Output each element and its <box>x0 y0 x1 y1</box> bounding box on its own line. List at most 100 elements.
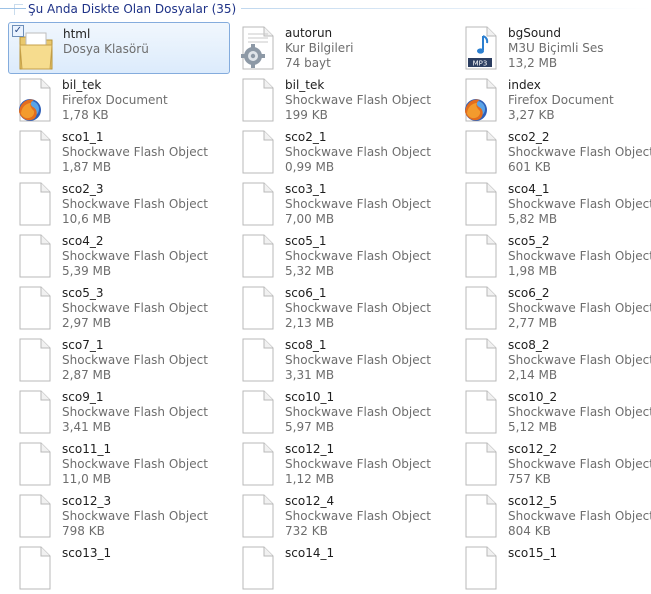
file-details: bil_tek Firefox Document 1,78 KB <box>62 78 168 123</box>
file-details: sco2_1 Shockwave Flash Object 0,99 MB <box>285 130 431 175</box>
file-type: Shockwave Flash Object <box>62 353 208 367</box>
file-type: Kur Bilgileri <box>285 41 354 55</box>
selection-checkbox[interactable]: ✓ <box>12 25 24 37</box>
group-title: Şu Anda Diskte Olan Dosyalar (35) <box>26 1 242 17</box>
file-item[interactable]: sco4_2 Shockwave Flash Object 5,39 MB <box>8 230 230 282</box>
file-item[interactable]: sco6_1 Shockwave Flash Object 2,13 MB <box>231 282 453 334</box>
file-name: sco6_2 <box>508 286 550 300</box>
file-type: Shockwave Flash Object <box>508 249 651 263</box>
file-size: 1,87 MB <box>62 160 112 174</box>
document-icon <box>240 494 276 538</box>
file-size: 757 KB <box>508 472 551 486</box>
file-size: 804 KB <box>508 524 551 538</box>
document-icon <box>240 338 276 382</box>
file-details: sco6_1 Shockwave Flash Object 2,13 MB <box>285 286 431 331</box>
file-type: Shockwave Flash Object <box>508 145 651 159</box>
file-details: index Firefox Document 3,27 KB <box>508 78 614 123</box>
document-icon <box>463 234 499 278</box>
file-item[interactable]: bil_tek Shockwave Flash Object 199 KB <box>231 74 453 126</box>
file-item[interactable]: sco2_3 Shockwave Flash Object 10,6 MB <box>8 178 230 230</box>
file-item[interactable]: index Firefox Document 3,27 KB <box>454 74 651 126</box>
file-name: sco1_1 <box>62 130 104 144</box>
file-name: sco12_1 <box>285 442 335 456</box>
file-type: Shockwave Flash Object <box>62 457 208 471</box>
document-icon <box>463 182 499 226</box>
file-item[interactable]: sco10_1 Shockwave Flash Object 5,97 MB <box>231 386 453 438</box>
file-name: sco10_1 <box>285 390 335 404</box>
file-item[interactable]: sco7_1 Shockwave Flash Object 2,87 MB <box>8 334 230 386</box>
file-size: 74 bayt <box>285 56 331 70</box>
group-header[interactable]: Şu Anda Diskte Olan Dosyalar (35) <box>0 0 651 20</box>
document-icon <box>240 390 276 434</box>
file-name: bgSound <box>508 26 562 40</box>
file-item[interactable]: sco8_1 Shockwave Flash Object 3,31 MB <box>231 334 453 386</box>
file-type: Shockwave Flash Object <box>62 249 208 263</box>
file-name: sco11_1 <box>62 442 112 456</box>
file-item[interactable]: sco12_4 Shockwave Flash Object 732 KB <box>231 490 453 542</box>
file-type: Shockwave Flash Object <box>508 405 651 419</box>
file-name: sco12_5 <box>508 494 558 508</box>
file-item[interactable]: sco6_2 Shockwave Flash Object 2,77 MB <box>454 282 651 334</box>
file-details: sco5_2 Shockwave Flash Object 1,98 MB <box>508 234 651 279</box>
file-size: 1,12 MB <box>285 472 335 486</box>
file-item[interactable]: sco5_1 Shockwave Flash Object 5,32 MB <box>231 230 453 282</box>
svg-text:MP3: MP3 <box>473 60 488 68</box>
document-icon <box>240 130 276 174</box>
file-item[interactable]: sco12_1 Shockwave Flash Object 1,12 MB <box>231 438 453 490</box>
file-size: 3,27 KB <box>508 108 555 122</box>
file-details: sco4_2 Shockwave Flash Object 5,39 MB <box>62 234 208 279</box>
file-item[interactable]: sco8_2 Shockwave Flash Object 2,14 MB <box>454 334 651 386</box>
file-details: sco3_1 Shockwave Flash Object 7,00 MB <box>285 182 431 227</box>
document-icon <box>240 286 276 330</box>
file-item[interactable]: sco4_1 Shockwave Flash Object 5,82 MB <box>454 178 651 230</box>
file-item[interactable]: ✓ html Dosya Klasörü <box>8 22 230 74</box>
file-type: Shockwave Flash Object <box>285 249 431 263</box>
file-name: sco5_1 <box>285 234 327 248</box>
file-details: sco2_2 Shockwave Flash Object 601 KB <box>508 130 651 175</box>
file-name: bil_tek <box>285 78 325 92</box>
file-item[interactable]: sco5_3 Shockwave Flash Object 2,97 MB <box>8 282 230 334</box>
file-item[interactable]: autorun Kur Bilgileri 74 bayt <box>231 22 453 74</box>
file-item[interactable]: sco2_2 Shockwave Flash Object 601 KB <box>454 126 651 178</box>
firefox-document-icon <box>17 78 53 122</box>
file-type: Shockwave Flash Object <box>508 509 651 523</box>
file-item[interactable]: bil_tek Firefox Document 1,78 KB <box>8 74 230 126</box>
settings-file-icon <box>240 26 276 70</box>
file-size: 3,31 MB <box>285 368 335 382</box>
document-icon <box>240 78 276 122</box>
file-item[interactable]: sco12_5 Shockwave Flash Object 804 KB <box>454 490 651 542</box>
document-icon <box>463 286 499 330</box>
file-size: 10,6 MB <box>62 212 112 226</box>
file-details: sco11_1 Shockwave Flash Object 11,0 MB <box>62 442 208 487</box>
file-item[interactable]: sco12_2 Shockwave Flash Object 757 KB <box>454 438 651 490</box>
document-icon <box>463 130 499 174</box>
file-item[interactable]: sco3_1 Shockwave Flash Object 7,00 MB <box>231 178 453 230</box>
file-name: sco12_4 <box>285 494 335 508</box>
file-item[interactable]: MP3 bgSound M3U Biçimli Ses 13,2 MB <box>454 22 651 74</box>
file-size: 2,87 MB <box>62 368 112 382</box>
file-size: 5,39 MB <box>62 264 112 278</box>
file-details: sco12_3 Shockwave Flash Object 798 KB <box>62 494 208 539</box>
file-size: 3,41 MB <box>62 420 112 434</box>
file-item[interactable]: sco15_1 <box>454 542 651 594</box>
file-item[interactable]: sco1_1 Shockwave Flash Object 1,87 MB <box>8 126 230 178</box>
file-item[interactable]: sco12_3 Shockwave Flash Object 798 KB <box>8 490 230 542</box>
file-details: sco10_1 Shockwave Flash Object 5,97 MB <box>285 390 431 435</box>
file-details: sco5_3 Shockwave Flash Object 2,97 MB <box>62 286 208 331</box>
file-size: 2,97 MB <box>62 316 112 330</box>
file-name: sco4_2 <box>62 234 104 248</box>
file-name: sco5_3 <box>62 286 104 300</box>
document-icon <box>463 494 499 538</box>
file-item[interactable]: sco14_1 <box>231 542 453 594</box>
file-item[interactable]: sco2_1 Shockwave Flash Object 0,99 MB <box>231 126 453 178</box>
document-icon <box>17 546 53 590</box>
file-details: sco10_2 Shockwave Flash Object 5,12 MB <box>508 390 651 435</box>
file-item[interactable]: sco9_1 Shockwave Flash Object 3,41 MB <box>8 386 230 438</box>
file-item[interactable]: sco10_2 Shockwave Flash Object 5,12 MB <box>454 386 651 438</box>
file-item[interactable]: sco5_2 Shockwave Flash Object 1,98 MB <box>454 230 651 282</box>
file-type: Shockwave Flash Object <box>285 509 431 523</box>
file-size: 5,82 MB <box>508 212 558 226</box>
file-item[interactable]: sco11_1 Shockwave Flash Object 11,0 MB <box>8 438 230 490</box>
file-name: sco6_1 <box>285 286 327 300</box>
file-item[interactable]: sco13_1 <box>8 542 230 594</box>
